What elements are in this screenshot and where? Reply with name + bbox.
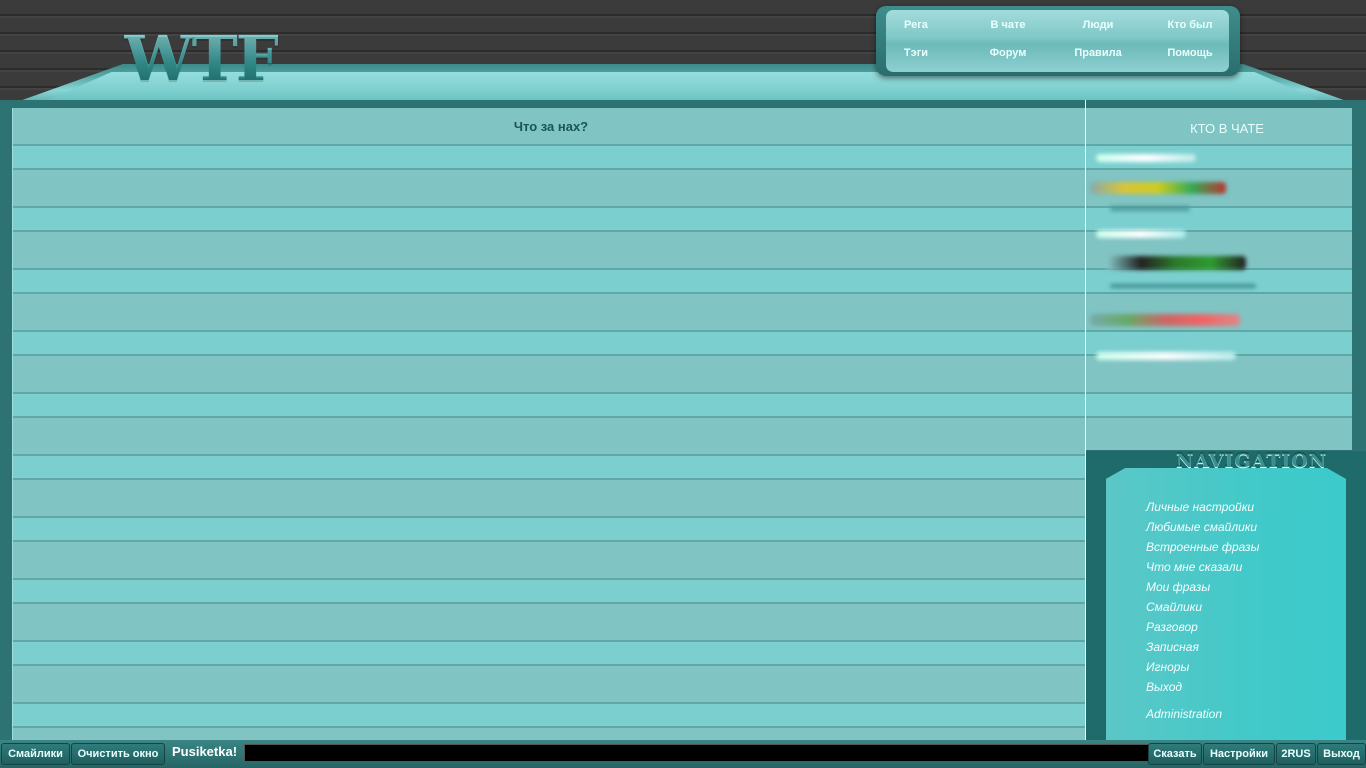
user-entry[interactable] (1096, 352, 1236, 360)
navigation-title: NAVIGATION (1176, 450, 1328, 472)
nav-item-favorite-smileys[interactable]: Любимые смайлики (1146, 520, 1257, 534)
chat-topic: Что за нах? (513, 119, 589, 134)
nav-item-messages-to-me[interactable]: Что мне сказали (1146, 560, 1242, 574)
chat-window[interactable]: Что за нах? (12, 108, 1085, 740)
exit-button[interactable]: Выход (1317, 743, 1366, 765)
topnav-link-forum[interactable]: Форум (965, 47, 1051, 59)
nav-item-builtin-phrases[interactable]: Встроенные фразы (1146, 540, 1259, 554)
user-nickname: Pusiketka! (172, 744, 238, 759)
translit-2rus-button[interactable]: 2RUS (1276, 743, 1316, 765)
settings-button[interactable]: Настройки (1203, 743, 1275, 765)
topnav-link-people[interactable]: Люди (1055, 19, 1141, 31)
clear-window-button[interactable]: Очистить окно (71, 743, 165, 765)
user-entry[interactable] (1096, 230, 1186, 238)
nav-item-my-phrases[interactable]: Мои фразы (1146, 580, 1210, 594)
message-input[interactable] (244, 744, 1150, 762)
topnav-link-in-chat[interactable]: В чате (965, 19, 1051, 31)
topnav-link-who-was[interactable]: Кто был (1147, 19, 1233, 31)
site-logo[interactable]: WTF (124, 22, 280, 95)
topnav-link-rules[interactable]: Правила (1055, 47, 1141, 59)
nav-item-notebook[interactable]: Записная (1146, 640, 1199, 654)
user-entry[interactable] (1090, 182, 1226, 194)
nav-item-ignores[interactable]: Игноры (1146, 660, 1189, 674)
users-panel-title: КТО В ЧАТЕ (1190, 121, 1264, 136)
nav-item-smileys[interactable]: Смайлики (1146, 600, 1202, 614)
user-entry-detail (1110, 284, 1256, 288)
send-button[interactable]: Сказать (1148, 743, 1202, 765)
top-navigation (876, 6, 1240, 76)
user-entry[interactable] (1096, 154, 1196, 162)
nav-item-administration[interactable]: Administration (1146, 707, 1222, 721)
user-entry[interactable] (1090, 314, 1240, 326)
nav-item-conversation[interactable]: Разговор (1146, 620, 1198, 634)
user-entry[interactable] (1106, 256, 1246, 270)
header: WTF Рега В чате Люди Кто был Тэги Форум … (0, 0, 1366, 108)
users-panel: КТО В ЧАТЕ (1086, 108, 1352, 450)
topnav-link-registration[interactable]: Рега (873, 19, 959, 31)
topnav-link-tags[interactable]: Тэги (873, 47, 959, 59)
user-entry-detail (1110, 206, 1190, 211)
topnav-link-help[interactable]: Помощь (1147, 47, 1233, 59)
nav-item-exit[interactable]: Выход (1146, 680, 1182, 694)
nav-item-personal-settings[interactable]: Личные настройки (1146, 500, 1254, 514)
smileys-button[interactable]: Смайлики (1, 743, 70, 765)
